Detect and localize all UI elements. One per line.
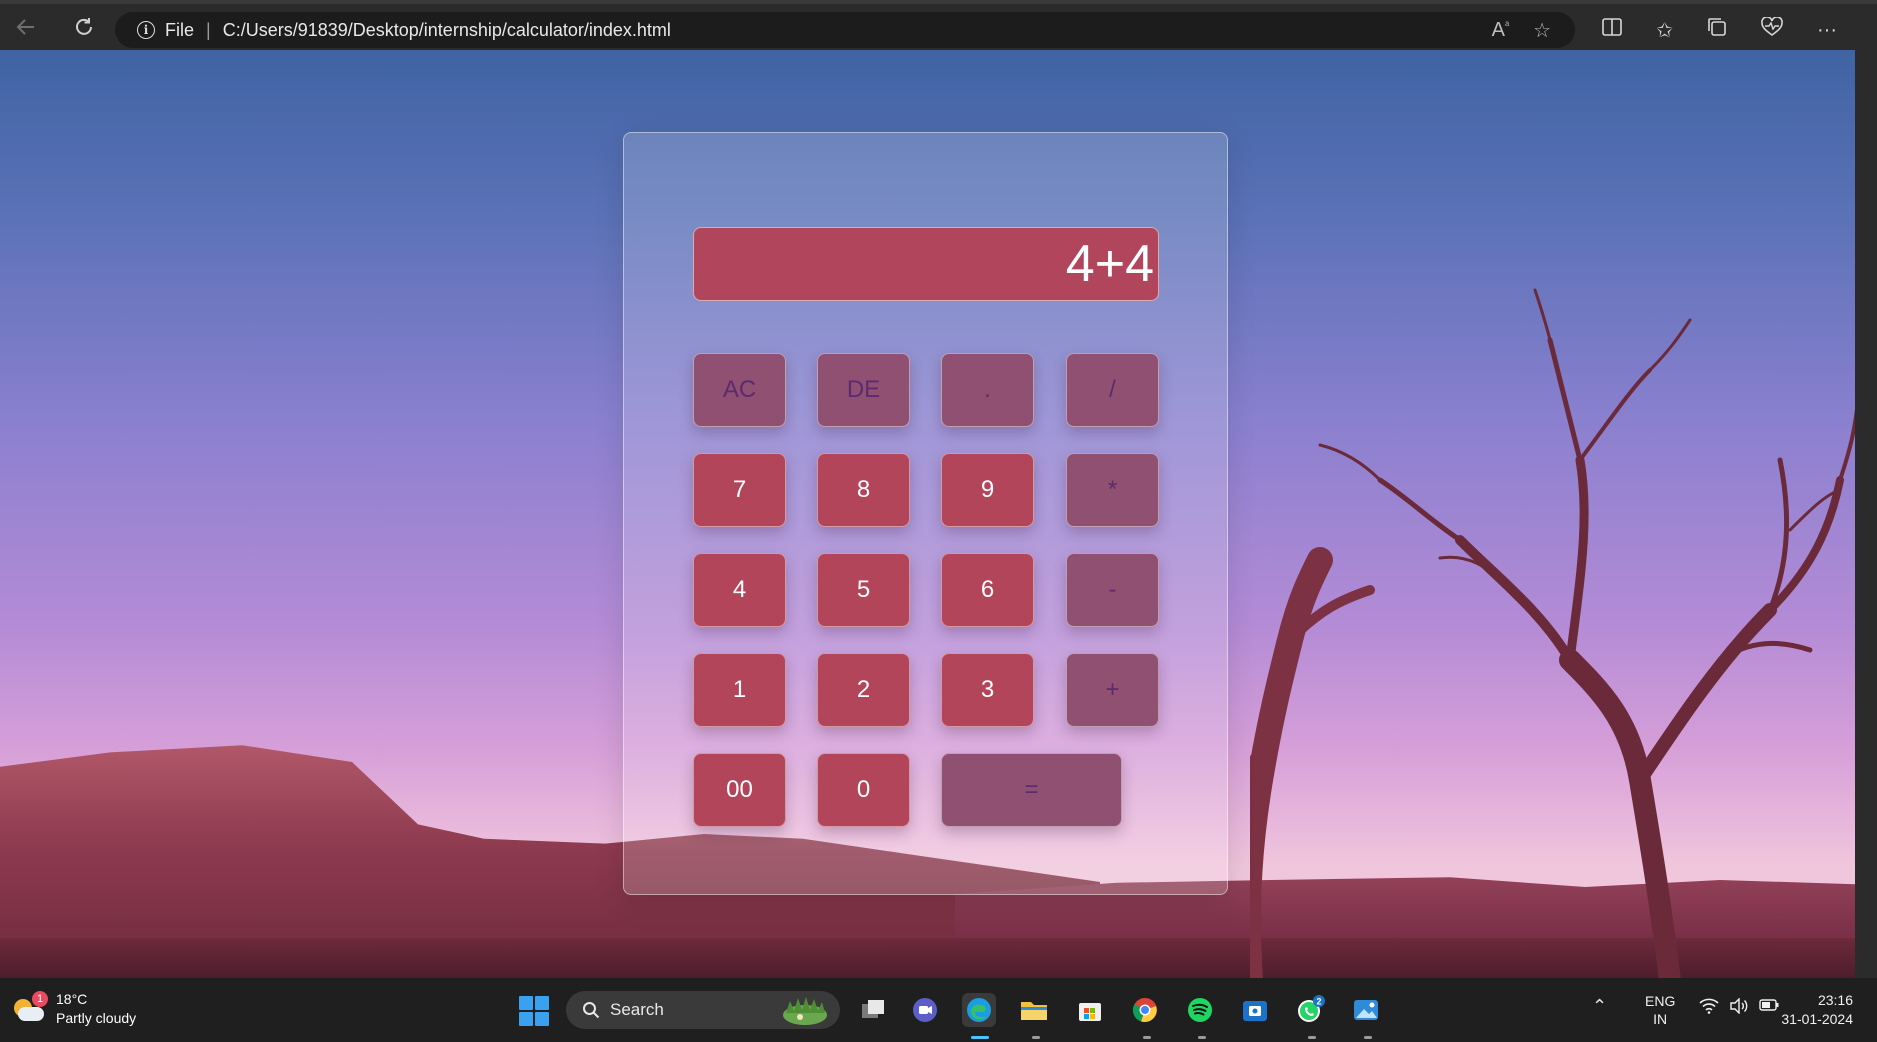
teams-chat-icon[interactable] (908, 993, 942, 1027)
read-aloud-icon[interactable]: Aᵃ (1492, 19, 1509, 42)
all-clear-button[interactable]: AC (693, 353, 786, 427)
weather-badge: 1 (32, 991, 48, 1007)
language-region: IN (1653, 1011, 1668, 1027)
equals-button[interactable]: = (941, 753, 1122, 827)
refresh-icon (76, 18, 92, 35)
whatsapp-badge: 2 (1316, 997, 1321, 1007)
background-tree-image (1250, 288, 1855, 978)
digit-9-button[interactable]: 9 (941, 453, 1034, 527)
url-text[interactable]: C:/Users/91839/Desktop/internship/calcul… (223, 20, 671, 41)
microsoft-store-icon[interactable] (1073, 993, 1107, 1027)
url-separator: | (206, 19, 211, 40)
digit-3-button[interactable]: 3 (941, 653, 1034, 727)
calculator-panel: 4+4 AC DE . / 7 8 9 * 4 5 6 - 1 2 3 + 00… (623, 132, 1228, 895)
spotify-indicator (1198, 1036, 1206, 1039)
edge-active-indicator (971, 1036, 989, 1039)
volume-icon[interactable] (1729, 997, 1749, 1019)
wifi-icon[interactable] (1699, 998, 1719, 1019)
divide-button[interactable]: / (1066, 353, 1159, 427)
page-background: 4+4 AC DE . / 7 8 9 * 4 5 6 - 1 2 3 + 00… (0, 50, 1855, 978)
chrome-indicator (1143, 1036, 1151, 1039)
weather-condition: Partly cloudy (56, 1010, 137, 1026)
delete-button[interactable]: DE (817, 353, 910, 427)
calculator-display[interactable]: 4+4 (693, 227, 1159, 301)
edge-browser-icon[interactable] (962, 993, 996, 1027)
photos-app-icon[interactable] (1349, 993, 1383, 1027)
search-label: Search (610, 1000, 664, 1019)
favorites-icon[interactable]: ✩ (1656, 18, 1673, 43)
collections-icon[interactable] (1707, 17, 1727, 43)
clock-date: 31-01-2024 (1781, 1011, 1853, 1027)
favorite-star-icon[interactable]: ☆ (1533, 18, 1551, 43)
weather-temperature: 18°C (56, 991, 88, 1007)
decimal-button[interactable]: . (941, 353, 1034, 427)
language-code: ENG (1645, 993, 1676, 1009)
browser-sidebar (1855, 50, 1877, 978)
clock-time: 23:16 (1817, 992, 1853, 1008)
back-arrow-icon (16, 19, 34, 35)
address-bar[interactable]: i File | C:/Users/91839/Desktop/internsh… (115, 12, 1575, 48)
search-icon (583, 1002, 600, 1019)
input-language-indicator[interactable]: ENG IN (1645, 992, 1675, 1028)
digit-4-button[interactable]: 4 (693, 553, 786, 627)
digit-0-button[interactable]: 0 (817, 753, 910, 827)
digit-5-button[interactable]: 5 (817, 553, 910, 627)
digit-2-button[interactable]: 2 (817, 653, 910, 727)
whatsapp-indicator (1308, 1036, 1316, 1039)
back-button[interactable] (8, 9, 44, 45)
browser-essentials-icon[interactable] (1761, 16, 1783, 43)
outlook-mail-icon[interactable] (1238, 993, 1272, 1027)
digit-6-button[interactable]: 6 (941, 553, 1034, 627)
whatsapp-icon[interactable]: 2 (1293, 993, 1327, 1027)
url-scheme-label: File (165, 19, 195, 40)
browser-toolbar: i File | C:/Users/91839/Desktop/internsh… (0, 0, 1877, 50)
weather-widget[interactable]: 1 18°C Partly cloudy (14, 990, 136, 1028)
system-clock[interactable]: 23:16 31-01-2024 (1771, 991, 1853, 1029)
subtract-button[interactable]: - (1066, 553, 1159, 627)
taskbar-search[interactable]: Search (566, 991, 840, 1029)
digit-1-button[interactable]: 1 (693, 653, 786, 727)
chrome-browser-icon[interactable] (1128, 993, 1162, 1027)
add-button[interactable]: + (1066, 653, 1159, 727)
show-hidden-icons-chevron-icon[interactable]: ⌃ (1592, 996, 1607, 1017)
windows-start-icon[interactable] (519, 996, 549, 1026)
info-icon[interactable]: i (137, 21, 155, 39)
double-zero-button[interactable]: 00 (693, 753, 786, 827)
file-explorer-icon[interactable] (1017, 993, 1051, 1027)
file-explorer-indicator (1032, 1036, 1040, 1039)
spotify-icon[interactable] (1183, 993, 1217, 1027)
multiply-button[interactable]: * (1066, 453, 1159, 527)
task-view-icon[interactable] (856, 993, 890, 1027)
windows-taskbar: 1 18°C Partly cloudy Search 2 ⌃ ENG IN 2… (0, 978, 1877, 1042)
partly-cloudy-icon: 1 (14, 991, 48, 1023)
photos-indicator (1364, 1036, 1372, 1039)
split-screen-icon[interactable] (1602, 18, 1623, 42)
more-options-icon[interactable]: ··· (1817, 19, 1837, 42)
search-highlight-hedgehog-icon (783, 997, 827, 1025)
refresh-button[interactable] (66, 9, 102, 45)
digit-8-button[interactable]: 8 (817, 453, 910, 527)
digit-7-button[interactable]: 7 (693, 453, 786, 527)
